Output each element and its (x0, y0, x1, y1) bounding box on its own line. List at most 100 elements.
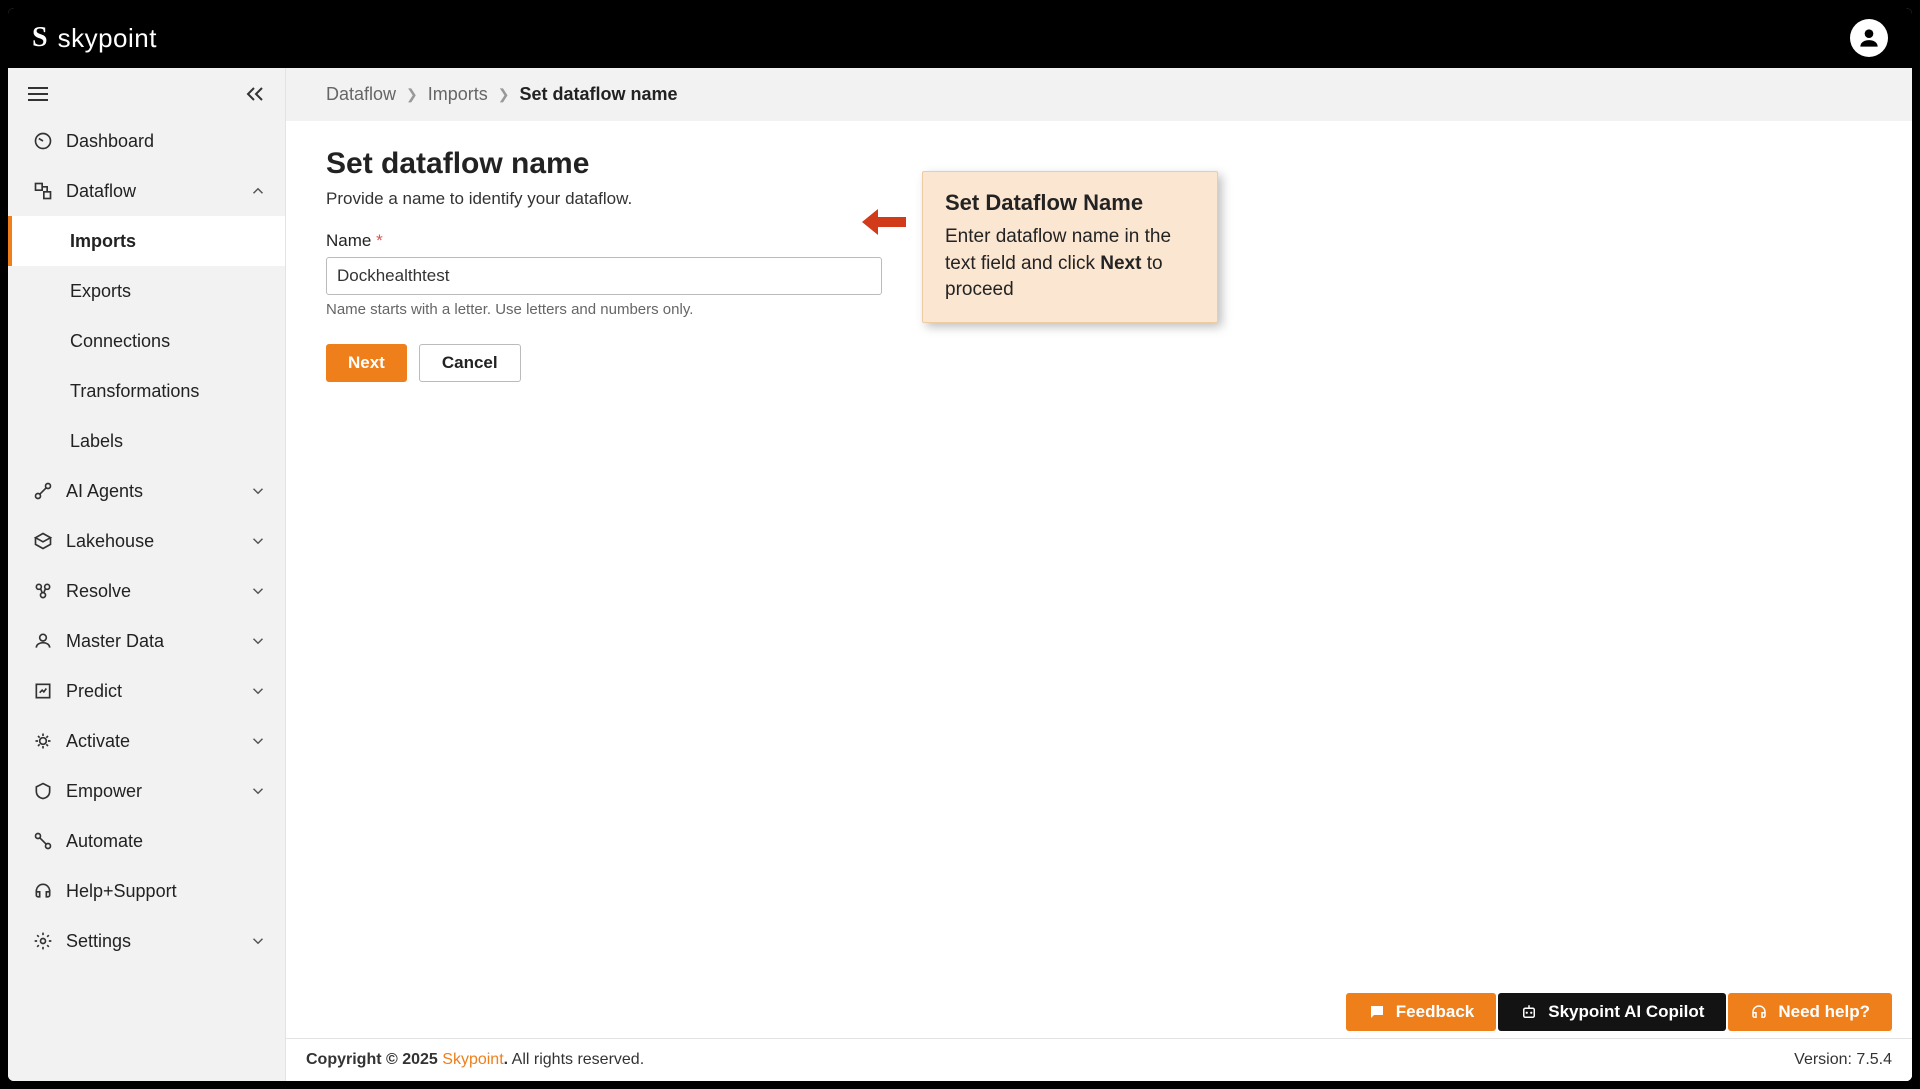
hamburger-menu[interactable] (22, 78, 54, 110)
footer-text: All rights reserved. (508, 1051, 644, 1068)
sidebar-item-imports[interactable]: Imports (8, 216, 285, 266)
brand-logo-icon: S (32, 22, 48, 54)
next-button[interactable]: Next (326, 344, 407, 382)
empower-icon (32, 780, 54, 802)
dashboard-icon (32, 130, 54, 152)
sidebar-item-activate[interactable]: Activate (8, 716, 285, 766)
sidebar: Dashboard Dataflow Imports Exports Conne… (8, 68, 286, 1081)
callout-body: Enter dataflow name in the text field an… (945, 224, 1195, 304)
breadcrumb: Dataflow ❯ Imports ❯ Set dataflow name (286, 68, 1912, 121)
label-text: Name (326, 231, 371, 250)
sidebar-item-label: Master Data (66, 631, 164, 652)
sidebar-item-ai-agents[interactable]: AI Agents (8, 466, 285, 516)
required-marker: * (376, 231, 383, 250)
sidebar-item-label: Resolve (66, 581, 131, 602)
ai-copilot-button[interactable]: Skypoint AI Copilot (1498, 993, 1726, 1031)
sidebar-item-settings[interactable]: Settings (8, 916, 285, 966)
cancel-button[interactable]: Cancel (419, 344, 521, 382)
automate-icon (32, 830, 54, 852)
chevron-up-icon (249, 182, 267, 200)
sidebar-item-dashboard[interactable]: Dashboard (8, 116, 285, 166)
dataflow-name-input[interactable] (326, 257, 882, 295)
sidebar-item-label: Connections (70, 331, 170, 352)
robot-icon (1520, 1003, 1538, 1021)
annotation-arrow-icon (862, 209, 906, 240)
sidebar-item-label: AI Agents (66, 481, 143, 502)
bottom-actions: Feedback Skypoint AI Copilot Need help? (1346, 993, 1892, 1031)
activate-icon (32, 730, 54, 752)
hamburger-icon (28, 87, 48, 101)
need-help-button[interactable]: Need help? (1728, 993, 1892, 1031)
sidebar-item-dataflow[interactable]: Dataflow (8, 166, 285, 216)
chevron-right-icon: ❯ (406, 86, 418, 103)
callout-title: Set Dataflow Name (945, 190, 1195, 216)
annotation-callout: Set Dataflow Name Enter dataflow name in… (922, 171, 1218, 323)
feedback-button[interactable]: Feedback (1346, 993, 1496, 1031)
brand[interactable]: S skypoint (32, 22, 157, 54)
sidebar-item-connections[interactable]: Connections (8, 316, 285, 366)
sidebar-item-label: Exports (70, 281, 131, 302)
chip-label: Need help? (1778, 1002, 1870, 1022)
user-icon (1856, 25, 1882, 51)
chevron-double-left-icon (245, 87, 265, 101)
sidebar-item-label: Lakehouse (66, 531, 154, 552)
sidebar-item-resolve[interactable]: Resolve (8, 566, 285, 616)
sidebar-item-automate[interactable]: Automate (8, 816, 285, 866)
version: Version: 7.5.4 (1794, 1051, 1892, 1069)
sidebar-item-master-data[interactable]: Master Data (8, 616, 285, 666)
sidebar-item-transformations[interactable]: Transformations (8, 366, 285, 416)
sidebar-item-label: Settings (66, 931, 131, 952)
chip-label: Skypoint AI Copilot (1548, 1002, 1704, 1022)
headset-icon (1750, 1003, 1768, 1021)
callout-bold: Next (1100, 253, 1141, 274)
chevron-down-icon (249, 632, 267, 650)
sidebar-item-label: Dashboard (66, 131, 154, 152)
sidebar-item-label: Activate (66, 731, 130, 752)
chevron-down-icon (249, 532, 267, 550)
user-avatar[interactable] (1850, 19, 1888, 57)
sidebar-item-predict[interactable]: Predict (8, 666, 285, 716)
settings-icon (32, 930, 54, 952)
help-support-icon (32, 880, 54, 902)
sidebar-nav: Dashboard Dataflow Imports Exports Conne… (8, 116, 285, 1081)
predict-icon (32, 680, 54, 702)
chevron-down-icon (249, 932, 267, 950)
dataflow-icon (32, 180, 54, 202)
footer: Copyright © 2025 Skypoint. All rights re… (286, 1038, 1912, 1081)
sidebar-item-label: Automate (66, 831, 143, 852)
sidebar-item-label: Labels (70, 431, 123, 452)
ai-agents-icon (32, 480, 54, 502)
lakehouse-icon (32, 530, 54, 552)
master-data-icon (32, 630, 54, 652)
sidebar-item-label: Predict (66, 681, 122, 702)
chip-label: Feedback (1396, 1002, 1474, 1022)
chevron-down-icon (249, 582, 267, 600)
chevron-down-icon (249, 732, 267, 750)
chevron-right-icon: ❯ (498, 86, 510, 103)
content-card: Set dataflow name Provide a name to iden… (286, 121, 1912, 1081)
breadcrumb-item[interactable]: Dataflow (326, 84, 396, 105)
footer-text: Copyright © 2025 (306, 1051, 442, 1068)
topbar: S skypoint (8, 8, 1912, 68)
breadcrumb-item[interactable]: Imports (428, 84, 488, 105)
sidebar-item-exports[interactable]: Exports (8, 266, 285, 316)
collapse-sidebar-button[interactable] (239, 78, 271, 110)
sidebar-item-labels[interactable]: Labels (8, 416, 285, 466)
sidebar-item-lakehouse[interactable]: Lakehouse (8, 516, 285, 566)
chat-icon (1368, 1003, 1386, 1021)
brand-name: skypoint (58, 23, 157, 54)
chevron-down-icon (249, 682, 267, 700)
footer-company-link[interactable]: Skypoint (442, 1051, 503, 1068)
sidebar-item-label: Dataflow (66, 181, 136, 202)
sidebar-item-label: Transformations (70, 381, 199, 402)
main-content: Dataflow ❯ Imports ❯ Set dataflow name S… (286, 68, 1912, 1081)
sidebar-item-help-support[interactable]: Help+Support (8, 866, 285, 916)
sidebar-item-label: Imports (70, 231, 136, 252)
sidebar-item-label: Empower (66, 781, 142, 802)
sidebar-item-label: Help+Support (66, 881, 177, 902)
sidebar-item-empower[interactable]: Empower (8, 766, 285, 816)
chevron-down-icon (249, 782, 267, 800)
resolve-icon (32, 580, 54, 602)
breadcrumb-item-current: Set dataflow name (520, 84, 678, 105)
chevron-down-icon (249, 482, 267, 500)
